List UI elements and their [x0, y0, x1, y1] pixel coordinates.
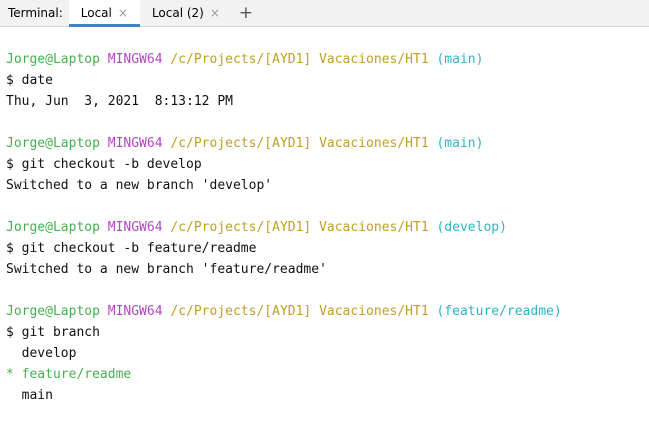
close-icon[interactable]: × — [210, 7, 220, 19]
branch-name: develop — [21, 346, 77, 361]
prompt-line: Jorge@Laptop MINGW64 /c/Projects/[AYD1] … — [6, 217, 649, 238]
terminal-tool-window-label: Terminal: — [8, 6, 63, 20]
command-line: $ git checkout -b develop — [6, 157, 202, 172]
branch-list-item-current: * feature/readme — [6, 364, 649, 385]
prompt-env: MINGW64 — [107, 304, 163, 319]
command-line: $ git checkout -b feature/readme — [6, 241, 257, 256]
prompt-path: /c/Projects/[AYD1] Vacaciones/HT1 — [170, 304, 429, 319]
command-line: $ git branch — [6, 325, 100, 340]
tab-label: Local (2) — [151, 6, 204, 20]
tab-label: Local — [80, 6, 112, 20]
branch-list-item: main — [6, 385, 649, 406]
terminal-output[interactable]: Jorge@Laptop MINGW64 /c/Projects/[AYD1] … — [0, 27, 649, 428]
prompt-line: Jorge@Laptop MINGW64 /c/Projects/[AYD1] … — [6, 301, 649, 322]
command-line: $ date — [6, 73, 53, 88]
prompt-user: Jorge@Laptop — [6, 52, 100, 67]
prompt-user: Jorge@Laptop — [6, 136, 100, 151]
prompt-path: /c/Projects/[AYD1] Vacaciones/HT1 — [170, 220, 429, 235]
branch-list-item: develop — [6, 343, 649, 364]
prompt-line: Jorge@Laptop MINGW64 /c/Projects/[AYD1] … — [6, 49, 649, 70]
prompt-branch: (main) — [436, 52, 484, 67]
prompt-user: Jorge@Laptop — [6, 220, 100, 235]
terminal-tab-bar: Terminal: Local × Local (2) × + — [0, 0, 649, 27]
prompt-path: /c/Projects/[AYD1] Vacaciones/HT1 — [170, 52, 429, 67]
prompt-env: MINGW64 — [107, 52, 163, 67]
close-icon[interactable]: × — [118, 7, 128, 19]
plus-icon[interactable]: + — [232, 0, 260, 26]
branch-name: feature/readme — [21, 367, 132, 382]
branch-marker — [6, 346, 14, 361]
prompt-env: MINGW64 — [107, 220, 163, 235]
prompt-user: Jorge@Laptop — [6, 304, 100, 319]
output-line: Switched to a new branch 'develop' — [6, 178, 273, 193]
branch-marker — [6, 388, 14, 403]
tab-local[interactable]: Local × — [68, 0, 141, 27]
branch-marker: * — [6, 367, 14, 382]
prompt-branch: (feature/readme) — [436, 304, 562, 319]
prompt-branch: (develop) — [436, 220, 507, 235]
prompt-path: /c/Projects/[AYD1] Vacaciones/HT1 — [170, 136, 429, 151]
tab-local-2[interactable]: Local (2) × — [140, 0, 232, 26]
output-line: Switched to a new branch 'feature/readme… — [6, 262, 327, 277]
prompt-env: MINGW64 — [107, 136, 163, 151]
prompt-line: Jorge@Laptop MINGW64 /c/Projects/[AYD1] … — [6, 133, 649, 154]
prompt-branch: (main) — [436, 136, 484, 151]
output-line: Thu, Jun 3, 2021 8:13:12 PM — [6, 94, 233, 109]
branch-name: main — [21, 388, 53, 403]
